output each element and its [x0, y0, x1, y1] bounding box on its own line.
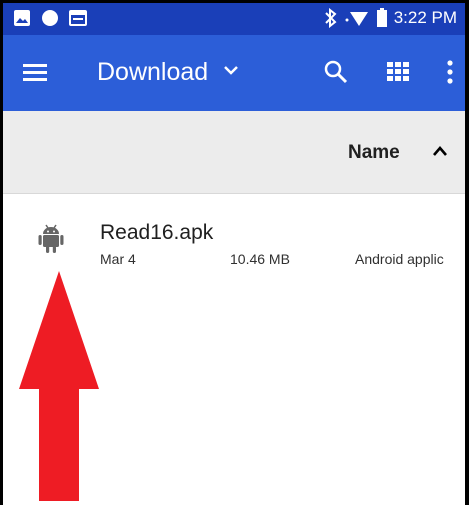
bluetooth-icon — [324, 8, 338, 28]
grid-view-icon[interactable] — [387, 62, 409, 87]
image-icon — [13, 9, 31, 27]
file-name: Read16.apk — [100, 221, 214, 244]
android-icon — [38, 223, 64, 260]
app-toolbar: Download — [3, 35, 465, 111]
status-notification-icons — [13, 9, 87, 27]
status-bar: 3:22 PM — [3, 3, 465, 35]
red-up-arrow — [18, 271, 100, 505]
toolbar-title: Download — [97, 58, 209, 86]
status-time: 3:22 PM — [393, 8, 457, 27]
status-system-icons: 3:22 PM — [324, 8, 457, 28]
file-type: Android applic — [355, 251, 444, 267]
sort-by-name-button[interactable]: Name — [348, 142, 400, 164]
sort-header: Name — [3, 111, 465, 194]
chevron-up-icon[interactable] — [431, 144, 449, 163]
file-size: 10.46 MB — [230, 251, 290, 267]
hamburger-menu-icon[interactable] — [21, 59, 51, 87]
battery-icon — [376, 8, 388, 28]
circle-icon — [41, 9, 59, 27]
chevron-down-icon — [222, 63, 240, 82]
location-dropdown[interactable]: Download — [97, 55, 240, 89]
calendar-icon — [69, 9, 87, 27]
file-date: Mar 4 — [100, 251, 136, 267]
more-vert-icon[interactable] — [445, 57, 455, 92]
screenshot-frame: 3:22 PM Download Name Read16.apk Mar 4 1… — [0, 0, 469, 505]
search-icon[interactable] — [323, 59, 349, 90]
wifi-icon — [344, 8, 370, 28]
